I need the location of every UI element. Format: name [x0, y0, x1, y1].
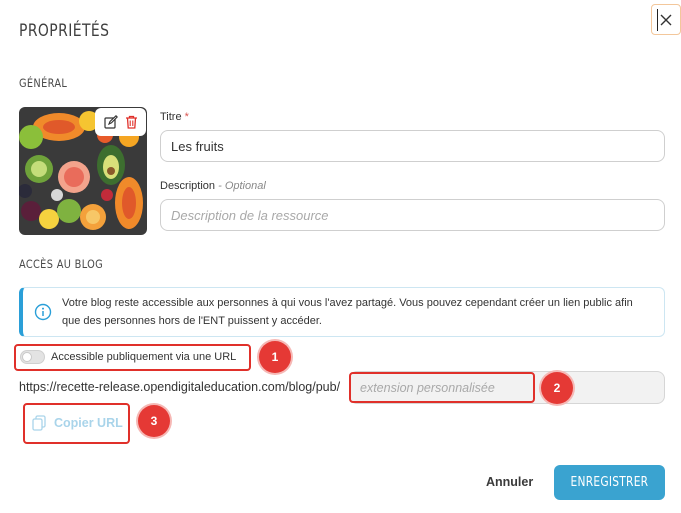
save-button-label: ENREGISTRER	[570, 475, 649, 490]
optional-hint: - Optional	[218, 180, 266, 192]
url-prefix: https://recette-release.opendigitaleduca…	[19, 380, 341, 394]
section-title-general: GÉNÉRAL	[19, 76, 68, 90]
description-placeholder: Description de la ressource	[171, 207, 329, 223]
info-text: Votre blog reste accessible aux personne…	[62, 297, 633, 327]
copy-icon	[32, 415, 46, 431]
modal-title: PROPRIÉTÉS	[19, 21, 110, 41]
trash-icon[interactable]	[125, 115, 138, 129]
annotation-badge-3: 3	[138, 405, 170, 437]
info-alert: Votre blog reste accessible aux personne…	[19, 287, 665, 337]
description-input[interactable]: Description de la ressource	[160, 199, 665, 231]
edit-icon[interactable]	[103, 115, 118, 129]
toggle-label: Accessible publiquement via une URL	[51, 351, 237, 363]
close-button[interactable]	[651, 4, 681, 35]
title-label-text: Titre	[160, 111, 182, 123]
description-label: Description - Optional	[160, 180, 266, 192]
copy-url-button[interactable]: Copier URL	[32, 415, 123, 431]
title-input[interactable]: Les fruits	[160, 130, 665, 162]
public-url-toggle[interactable]	[20, 350, 45, 364]
required-mark: *	[184, 111, 189, 123]
section-title-access: ACCÈS AU BLOG	[19, 257, 104, 271]
text-cursor	[657, 9, 658, 31]
toggle-knob	[22, 352, 32, 362]
close-icon	[660, 14, 672, 25]
copy-url-label: Copier URL	[54, 416, 123, 430]
title-label: Titre *	[160, 111, 189, 123]
cancel-button[interactable]: Annuler	[486, 475, 533, 489]
title-input-value: Les fruits	[171, 138, 224, 154]
info-icon	[34, 303, 52, 321]
description-label-text: Description	[160, 180, 216, 192]
public-url-toggle-row[interactable]: Accessible publiquement via une URL	[20, 350, 236, 364]
save-button[interactable]: ENREGISTRER	[554, 465, 665, 500]
annotation-badge-2: 2	[541, 372, 573, 404]
annotation-box-2	[349, 372, 535, 403]
annotation-badge-1: 1	[259, 341, 291, 373]
thumbnail-actions	[95, 108, 146, 136]
